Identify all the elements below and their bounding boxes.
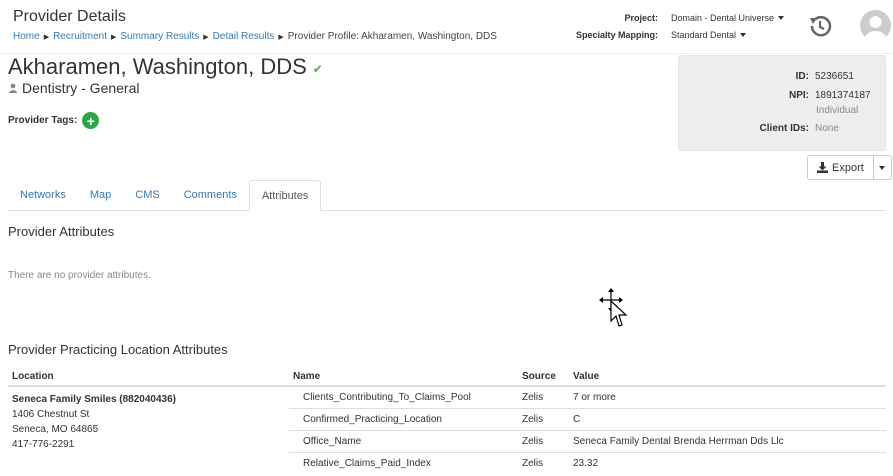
attribute-name: Confirmed_Practicing_Location xyxy=(289,407,518,430)
specialty-mapping-value: Standard Dental xyxy=(671,30,737,40)
provider-attributes-title: Provider Attributes xyxy=(8,224,115,239)
column-header-value: Value xyxy=(569,367,886,387)
tab-attributes[interactable]: Attributes xyxy=(248,180,322,211)
location-address-line2: Seneca, MO 64865 xyxy=(12,424,99,435)
provider-name-text: Akharamen, Washington, DDS xyxy=(8,54,307,79)
id-value: 5236651 xyxy=(815,71,854,82)
breadcrumb-separator-icon: ▶ xyxy=(278,33,284,41)
breadcrumb: Home ▶ Recruitment ▶ Summary Results ▶ D… xyxy=(13,31,497,42)
attribute-source: Zelis xyxy=(518,429,569,452)
specialty-mapping-label: Specialty Mapping: xyxy=(575,30,658,40)
avatar[interactable] xyxy=(860,10,891,41)
export-button[interactable]: Export xyxy=(807,155,874,180)
attribute-source: Zelis xyxy=(518,451,569,474)
tab-map[interactable]: Map xyxy=(78,180,123,210)
breadcrumb-separator-icon: ▶ xyxy=(43,33,50,41)
breadcrumb-separator-icon: ▶ xyxy=(203,33,209,41)
export-dropdown-toggle[interactable] xyxy=(873,155,892,180)
project-label: Project: xyxy=(624,13,658,23)
caret-down-icon xyxy=(879,165,886,170)
specialty-mapping-select[interactable]: Standard Dental xyxy=(671,30,747,40)
project-row: Project: Domain - Dental Universe xyxy=(538,13,785,23)
location-phone: 417-776-2291 xyxy=(12,439,75,450)
npi-value: 1891374187 xyxy=(815,90,871,101)
caret-down-icon xyxy=(778,16,785,20)
tab-comments[interactable]: Comments xyxy=(172,180,249,210)
move-cursor-icon xyxy=(599,288,628,327)
breadcrumb-separator-icon: ▶ xyxy=(110,33,117,41)
person-icon xyxy=(8,83,18,93)
attribute-name: Relative_Claims_Paid_Index xyxy=(289,451,518,474)
client-ids-label: Client IDs: xyxy=(759,123,809,134)
project-value: Domain - Dental Universe xyxy=(671,13,775,23)
tab-networks[interactable]: Networks xyxy=(8,180,78,210)
attribute-value: Seneca Family Dental Brenda Herrman Dds … xyxy=(569,429,886,452)
location-attributes-title: Provider Practicing Location Attributes xyxy=(8,342,228,357)
table-header-row: Location Name Source Value xyxy=(8,367,886,387)
location-name: Seneca Family Smiles (882040436) xyxy=(12,394,176,405)
export-button-group: Export xyxy=(807,155,892,180)
location-cell: Seneca Family Smiles (882040436) 1406 Ch… xyxy=(8,386,289,474)
provider-attributes-empty: There are no provider attributes. xyxy=(8,270,151,281)
location-address-line1: 1406 Chestnut St xyxy=(12,409,90,420)
caret-down-icon xyxy=(740,33,747,37)
breadcrumb-detail-results[interactable]: Detail Results xyxy=(213,31,275,42)
specialty-mapping-row: Specialty Mapping: Standard Dental xyxy=(538,30,747,40)
breadcrumb-recruitment[interactable]: Recruitment xyxy=(53,31,107,42)
npi-row: NPI: 1891374187 xyxy=(679,90,871,101)
history-icon[interactable] xyxy=(806,12,834,40)
provider-id-panel: ID: 5236651 NPI: 1891374187 Individual C… xyxy=(678,55,886,151)
attribute-value: 23.32 xyxy=(569,451,886,474)
provider-tags: Provider Tags: + xyxy=(8,112,100,129)
breadcrumb-summary-results[interactable]: Summary Results xyxy=(120,31,199,42)
breadcrumb-current: Provider Profile: Akharamen, Washington,… xyxy=(287,31,497,42)
id-row: ID: 5236651 xyxy=(679,71,854,82)
provider-tags-label: Provider Tags: xyxy=(8,115,78,126)
table-row: Seneca Family Smiles (882040436) 1406 Ch… xyxy=(8,385,886,450)
page-title: Provider Details xyxy=(13,8,126,25)
download-icon xyxy=(817,162,828,173)
tab-bar: Networks Map CMS Comments Attributes xyxy=(8,180,886,211)
client-ids-row: Client IDs: None xyxy=(679,123,839,134)
provider-name: Akharamen, Washington, DDS ✔ xyxy=(8,54,323,80)
npi-label: NPI: xyxy=(789,90,809,101)
attribute-value: 7 or more xyxy=(569,385,886,408)
specialty-text: Dentistry - General xyxy=(22,80,140,96)
client-ids-value: None xyxy=(815,123,839,134)
location-attributes-table: Location Name Source Value Seneca Family… xyxy=(8,367,886,474)
column-header-source: Source xyxy=(518,367,569,387)
attribute-name: Office_Name xyxy=(289,429,518,452)
verified-check-icon: ✔ xyxy=(312,62,323,76)
user-silhouette-icon xyxy=(864,16,887,41)
breadcrumb-home[interactable]: Home xyxy=(13,31,40,42)
attribute-source: Zelis xyxy=(518,407,569,430)
export-label: Export xyxy=(832,161,864,174)
project-select[interactable]: Domain - Dental Universe xyxy=(671,13,785,23)
provider-specialty: Dentistry - General xyxy=(8,80,139,96)
id-label: ID: xyxy=(795,71,809,82)
tab-cms[interactable]: CMS xyxy=(123,180,171,210)
attribute-source: Zelis xyxy=(518,385,569,408)
attribute-value: C xyxy=(569,407,886,430)
column-header-location: Location xyxy=(8,367,289,387)
add-tag-button[interactable]: + xyxy=(82,112,100,129)
column-header-name: Name xyxy=(289,367,518,387)
attribute-name: Clients_Contributing_To_Claims_Pool xyxy=(289,385,518,408)
npi-type: Individual xyxy=(816,105,859,116)
